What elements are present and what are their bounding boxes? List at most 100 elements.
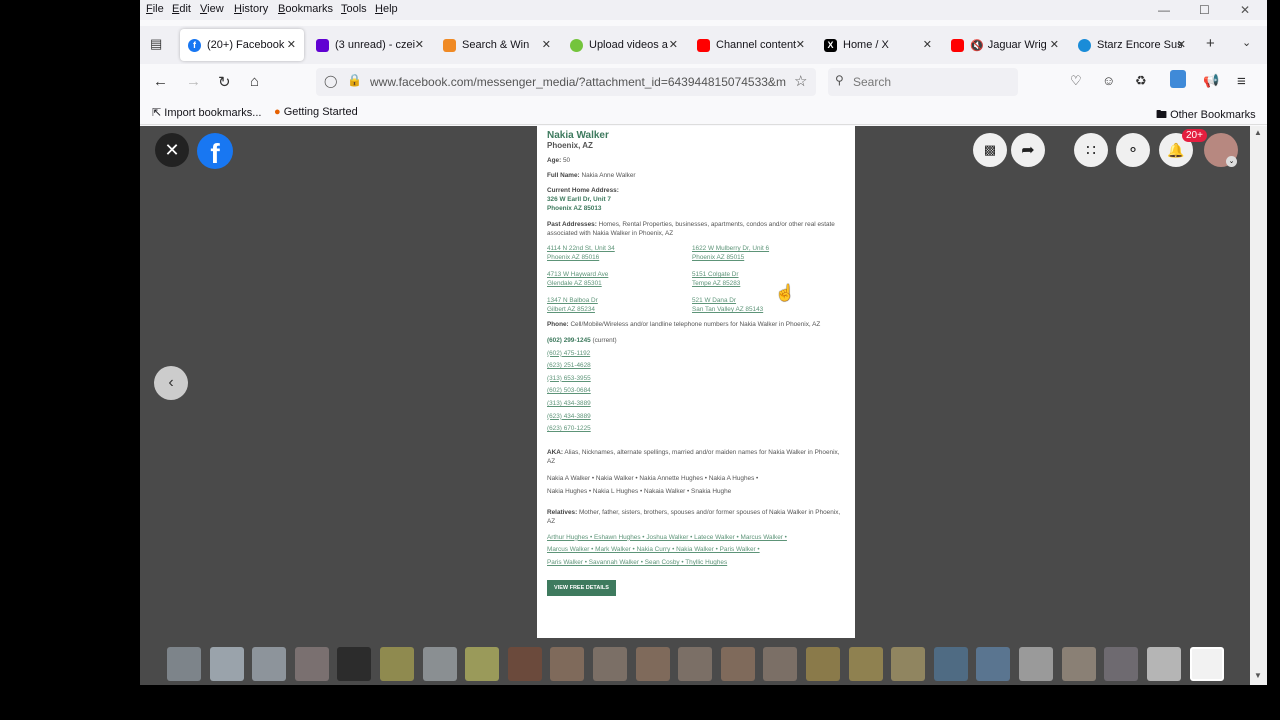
chevron-left-icon: ‹ — [168, 374, 174, 391]
thumbnail[interactable] — [976, 647, 1010, 681]
minimize-icon[interactable]: — — [1158, 3, 1170, 17]
starz-icon — [1078, 38, 1091, 52]
address-item: 521 W Dana Dr San Tan Valley AZ 85143 — [692, 297, 764, 313]
tab-mail[interactable]: (3 unread) - czei ✕ — [308, 29, 432, 61]
pocket-icon[interactable]: ♡ — [1070, 73, 1082, 89]
notification-badge: 20+ — [1182, 129, 1207, 142]
reload-icon[interactable]: ↻ — [218, 73, 231, 91]
thumbnail[interactable] — [465, 647, 499, 681]
thumbnail[interactable] — [721, 647, 755, 681]
tag-icon: ▩ — [983, 142, 997, 157]
thumbnail[interactable] — [550, 647, 584, 681]
tab-starz-encore[interactable]: Starz Encore Sus ✕ — [1070, 29, 1194, 61]
account-icon[interactable]: ☺ — [1102, 73, 1115, 88]
close-viewer-button[interactable]: ✕ — [155, 133, 189, 167]
tab-home-x[interactable]: X Home / X ✕ — [816, 29, 940, 61]
bookmark-star-icon[interactable]: ☆ — [794, 72, 807, 90]
menu-history[interactable]: History — [234, 3, 268, 15]
close-tab-icon[interactable]: ✕ — [542, 38, 551, 51]
share-button[interactable]: ➦ — [1011, 133, 1045, 167]
thumbnail[interactable] — [593, 647, 627, 681]
search-placeholder[interactable]: Search — [853, 75, 891, 89]
hamburger-menu-icon[interactable]: ≡ — [1237, 73, 1246, 90]
thumbnail[interactable] — [891, 647, 925, 681]
bell-icon: 🔔 — [1167, 141, 1185, 158]
address-bar[interactable]: ◯ 🔒 www.facebook.com/messenger_media/?at… — [316, 68, 816, 96]
thumbnail[interactable] — [1062, 647, 1096, 681]
megaphone-icon[interactable]: 📢 — [1203, 73, 1219, 89]
thumbnail[interactable] — [934, 647, 968, 681]
thumbnail[interactable] — [849, 647, 883, 681]
thumbnail-selected[interactable] — [1190, 647, 1224, 681]
thumbnail[interactable] — [678, 647, 712, 681]
hand-cursor-icon: ☝ — [775, 285, 795, 302]
thumbnail[interactable] — [636, 647, 670, 681]
thumbnail[interactable] — [380, 647, 414, 681]
menu-edit[interactable]: Edit — [172, 3, 191, 15]
close-tab-icon[interactable]: ✕ — [415, 38, 424, 51]
vertical-scrollbar[interactable]: ▲ ▼ — [1250, 126, 1267, 685]
tab-list-icon[interactable]: ▤ — [150, 36, 162, 52]
window-close-icon[interactable]: ✕ — [1240, 3, 1250, 17]
url-text[interactable]: www.facebook.com/messenger_media/?attach… — [370, 75, 788, 89]
scroll-up-icon[interactable]: ▲ — [1254, 128, 1262, 137]
search-bar[interactable]: ⚲ Search — [828, 68, 1018, 96]
new-tab-icon[interactable]: + — [1206, 35, 1215, 52]
close-tab-icon[interactable]: ✕ — [287, 38, 296, 51]
extension-icon[interactable] — [1170, 70, 1186, 88]
thumbnail[interactable] — [210, 647, 244, 681]
youtube-icon — [951, 38, 964, 52]
tracking-shield-icon[interactable]: ◯ — [324, 74, 337, 88]
back-icon[interactable]: ← — [153, 73, 168, 90]
menu-file[interactable]: File — [146, 3, 164, 15]
tab-channel-content[interactable]: Channel content ✕ — [689, 29, 813, 61]
menu-help[interactable]: Help — [375, 3, 398, 15]
thumbnail[interactable] — [1147, 647, 1181, 681]
aka-list: Nakia A Walker • Nakia Walker • Nakia An… — [547, 474, 759, 495]
thumbnail[interactable] — [1019, 647, 1053, 681]
account-chevron-icon[interactable]: ⌄ — [1226, 156, 1237, 167]
chevron-down-icon[interactable]: ⌄ — [1242, 36, 1251, 49]
folder-icon: 🖿 — [1156, 109, 1171, 121]
lock-icon[interactable]: 🔒 — [347, 73, 362, 87]
address-item: 4114 N 22nd St, Unit 34 Phoenix AZ 85016 — [547, 245, 615, 261]
extensions-icon[interactable]: ♻ — [1135, 73, 1147, 89]
thumbnail[interactable] — [337, 647, 371, 681]
scroll-down-icon[interactable]: ▼ — [1254, 671, 1262, 680]
close-tab-icon[interactable]: ✕ — [923, 38, 932, 51]
getting-started-bookmark[interactable]: ● Getting Started — [274, 106, 358, 118]
thumbnail[interactable] — [252, 647, 286, 681]
tab-jaguar-wright[interactable]: 🔇 Jaguar Wrig ✕ — [943, 29, 1067, 61]
menu-button[interactable]: ∷ — [1074, 133, 1108, 167]
thumbnail[interactable] — [508, 647, 542, 681]
forward-icon[interactable]: → — [186, 73, 201, 90]
menu-view[interactable]: View — [200, 3, 224, 15]
other-bookmarks[interactable]: 🖿 Other Bookmarks — [1156, 106, 1256, 125]
thumbnail[interactable] — [763, 647, 797, 681]
relatives-list: Arthur Hughes • Eshawn Hughes • Joshua W… — [547, 533, 787, 566]
thumbnail[interactable] — [806, 647, 840, 681]
tab-upload-videos[interactable]: Upload videos a ✕ — [562, 29, 686, 61]
messenger-button[interactable]: ⚬ — [1116, 133, 1150, 167]
menu-bookmarks[interactable]: Bookmarks — [278, 3, 333, 15]
thumbnail[interactable] — [167, 647, 201, 681]
close-icon: ✕ — [164, 139, 180, 160]
maximize-icon[interactable]: ☐ — [1199, 3, 1210, 17]
home-icon[interactable]: ⌂ — [250, 73, 259, 90]
tab-search-win[interactable]: Search & Win ✕ — [435, 29, 559, 61]
muted-speaker-icon[interactable]: 🔇 — [970, 39, 984, 52]
facebook-logo[interactable]: f — [197, 133, 233, 169]
mail-icon — [316, 38, 329, 52]
close-tab-icon[interactable]: ✕ — [1050, 38, 1059, 51]
previous-image-button[interactable]: ‹ — [154, 366, 188, 400]
import-bookmarks[interactable]: ⇱ Import bookmarks... — [152, 106, 261, 119]
menu-tools[interactable]: Tools — [341, 3, 367, 15]
tag-button[interactable]: ▩ — [973, 133, 1007, 167]
thumbnail[interactable] — [295, 647, 329, 681]
close-tab-icon[interactable]: ✕ — [669, 38, 678, 51]
close-tab-icon[interactable]: ✕ — [796, 38, 805, 51]
thumbnail[interactable] — [423, 647, 457, 681]
thumbnail[interactable] — [1104, 647, 1138, 681]
tab-facebook[interactable]: f (20+) Facebook ✕ — [180, 29, 304, 61]
close-tab-icon[interactable]: ✕ — [1177, 38, 1186, 51]
